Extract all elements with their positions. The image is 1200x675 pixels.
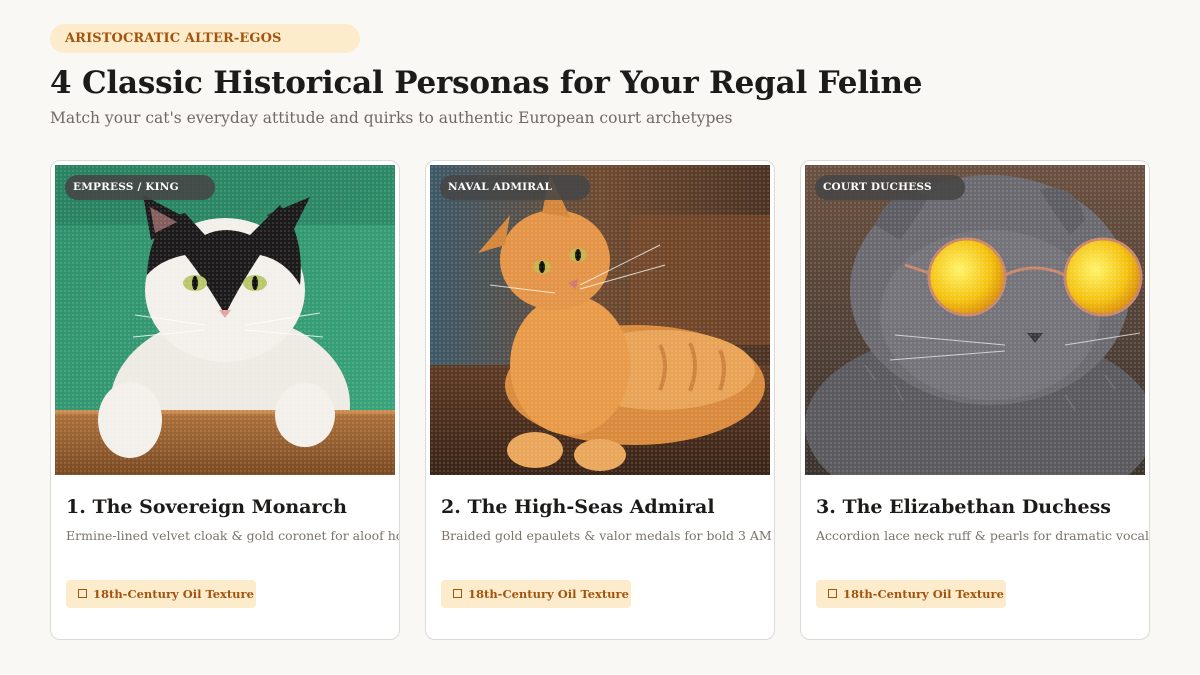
checkbox-icon bbox=[828, 589, 837, 598]
checkbox-icon bbox=[78, 589, 87, 598]
card-title: 2. The High-Seas Admiral bbox=[441, 496, 715, 518]
cat-photo-admiral bbox=[430, 165, 770, 475]
persona-card-duchess[interactable]: COURT DUCHESS 3. The Elizabethan Duchess… bbox=[800, 160, 1150, 640]
chip-label: 18th-Century Oil Texture bbox=[843, 587, 1004, 601]
style-chip[interactable]: 18th-Century Oil Texture bbox=[816, 580, 1006, 608]
persona-card-monarch[interactable]: EMPRESS / KING 1. The Sovereign Monarch … bbox=[50, 160, 400, 640]
persona-tag: NAVAL ADMIRAL bbox=[440, 175, 590, 200]
cat-photo-duchess bbox=[805, 165, 1145, 475]
orange-cat-illustration bbox=[430, 165, 770, 475]
persona-card-admiral[interactable]: NAVAL ADMIRAL 2. The High-Seas Admiral B… bbox=[425, 160, 775, 640]
card-description: Braided gold epaulets & valor medals for… bbox=[441, 528, 774, 543]
persona-tag: EMPRESS / KING bbox=[65, 175, 215, 200]
card-title: 1. The Sovereign Monarch bbox=[66, 496, 347, 518]
chip-label: 18th-Century Oil Texture bbox=[468, 587, 629, 601]
page: ARISTOCRATIC ALTER-EGOS 4 Classic Histor… bbox=[0, 0, 1200, 675]
page-title: 4 Classic Historical Personas for Your R… bbox=[50, 65, 923, 101]
page-subtitle: Match your cat's everyday attitude and q… bbox=[50, 109, 733, 127]
persona-tag: COURT DUCHESS bbox=[815, 175, 965, 200]
eyebrow-badge: ARISTOCRATIC ALTER-EGOS bbox=[50, 24, 360, 53]
card-description: Accordion lace neck ruff & pearls for dr… bbox=[816, 528, 1150, 543]
style-chip[interactable]: 18th-Century Oil Texture bbox=[66, 580, 256, 608]
style-chip[interactable]: 18th-Century Oil Texture bbox=[441, 580, 631, 608]
black-white-cat-illustration bbox=[55, 165, 395, 475]
chip-label: 18th-Century Oil Texture bbox=[93, 587, 254, 601]
checkbox-icon bbox=[453, 589, 462, 598]
persona-card-grid: EMPRESS / KING 1. The Sovereign Monarch … bbox=[50, 160, 1150, 640]
card-description: Ermine-lined velvet cloak & gold coronet… bbox=[66, 528, 399, 543]
card-title: 3. The Elizabethan Duchess bbox=[816, 496, 1111, 518]
cat-photo-monarch bbox=[55, 165, 395, 475]
grey-cat-sunglasses-illustration bbox=[805, 165, 1145, 475]
